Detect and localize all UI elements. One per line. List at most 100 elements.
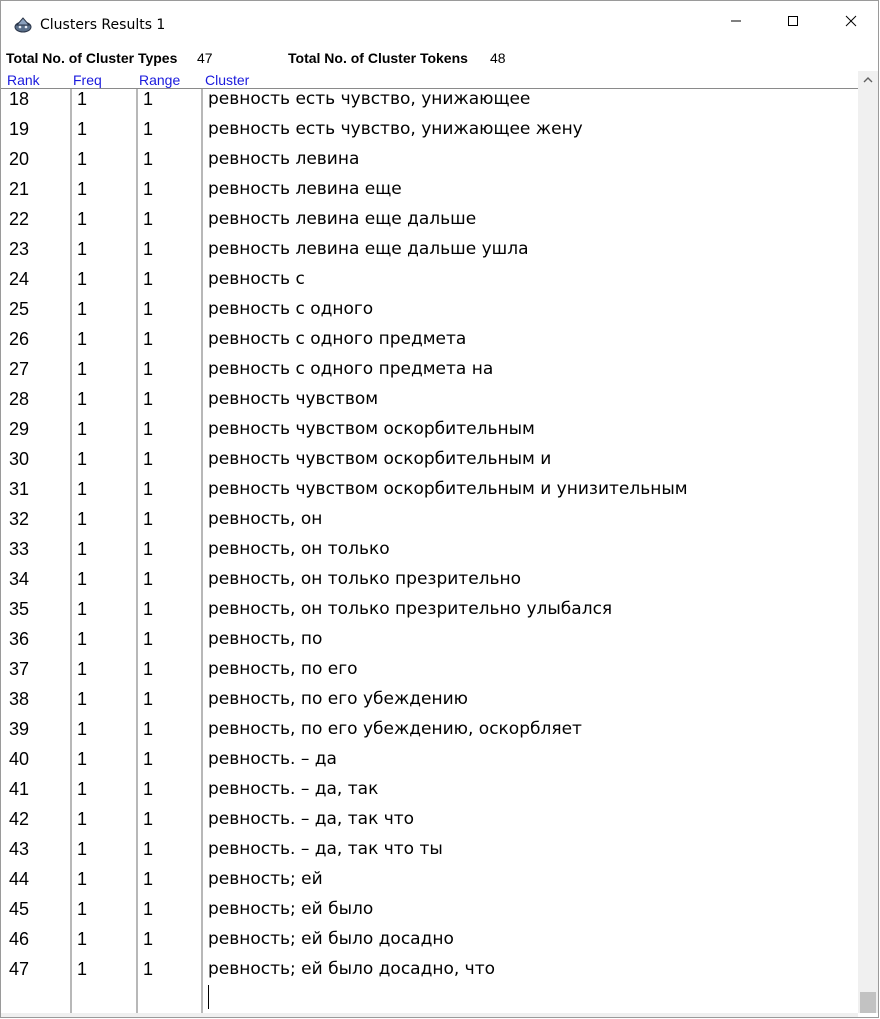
cluster-cell: ревность, он только презрительно улыбалс… — [208, 599, 613, 619]
rank-cell: 44 — [9, 869, 30, 889]
table-row[interactable]: 20 1 1 ревность левина — [1, 148, 858, 178]
scroll-up-button[interactable] — [858, 71, 878, 89]
table-row[interactable]: 19 1 1 ревность есть чувство, унижающее жен… — [1, 118, 858, 148]
freq-cell: 1 — [77, 899, 88, 919]
table-row[interactable]: 35 1 1 ревность, он только презрительно улы… — [1, 598, 858, 628]
table-row[interactable]: 28 1 1 ревность чувством — [1, 388, 858, 418]
table-row[interactable]: 25 1 1 ревность с одного — [1, 298, 858, 328]
table-row[interactable]: 26 1 1 ревность с одного предмета — [1, 328, 858, 358]
cluster-cell: ревность; ей — [208, 869, 323, 889]
results-grid[interactable]: 18 1 1 ревность есть чувство, унижающее 19 1 1… — [1, 89, 858, 1013]
table-row[interactable]: 21 1 1 ревность левина еще — [1, 178, 858, 208]
table-row[interactable]: 43 1 1 ревность. – да, так что ты — [1, 838, 858, 868]
rank-cell: 24 — [9, 269, 30, 289]
rank-cell: 20 — [9, 149, 30, 169]
table-row[interactable]: 24 1 1 ревность с — [1, 268, 858, 298]
table-row[interactable]: 44 1 1 ревность; ей — [1, 868, 858, 898]
freq-cell: 1 — [77, 779, 88, 799]
rank-cell: 46 — [9, 929, 30, 949]
minimize-button[interactable] — [707, 1, 765, 45]
table-row[interactable]: 33 1 1 ревность, он только — [1, 538, 858, 568]
range-cell: 1 — [143, 629, 154, 649]
table-row[interactable]: 40 1 1 ревность. – да — [1, 748, 858, 778]
close-button[interactable] — [822, 1, 878, 45]
cluster-cell: ревность чувством оскорбительным — [208, 419, 535, 439]
freq-cell: 1 — [77, 959, 88, 979]
cluster-cell: ревность; ей было досадно, что — [208, 959, 496, 979]
table-row[interactable]: 39 1 1 ревность, по его убеждению, оскорбля… — [1, 718, 858, 748]
total-tokens-value: 48 — [490, 50, 506, 66]
column-header-freq[interactable]: Freq — [73, 72, 102, 88]
freq-cell: 1 — [77, 869, 88, 889]
range-cell: 1 — [143, 869, 154, 889]
range-cell: 1 — [143, 779, 154, 799]
table-row[interactable]: 47 1 1 ревность; ей было досадно, что — [1, 958, 858, 988]
maximize-button[interactable] — [764, 1, 822, 45]
maximize-icon — [787, 14, 799, 32]
freq-cell: 1 — [77, 449, 88, 469]
table-row[interactable]: 29 1 1 ревность чувством оскорбительным — [1, 418, 858, 448]
table-row[interactable]: 46 1 1 ревность; ей было досадно — [1, 928, 858, 958]
scroll-thumb[interactable] — [860, 992, 876, 1013]
table-row[interactable]: 34 1 1 ревность, он только презрительно — [1, 568, 858, 598]
column-header-rank[interactable]: Rank — [7, 72, 40, 88]
freq-cell: 1 — [77, 539, 88, 559]
column-header-cluster[interactable]: Cluster — [205, 72, 249, 88]
rank-cell: 18 — [9, 89, 30, 109]
minimize-icon — [730, 14, 742, 32]
chevron-up-icon — [863, 71, 873, 89]
freq-cell: 1 — [77, 509, 88, 529]
freq-cell: 1 — [77, 809, 88, 829]
rank-cell: 43 — [9, 839, 30, 859]
cluster-cell: ревность левина — [208, 149, 360, 169]
rank-cell: 37 — [9, 659, 30, 679]
cluster-cell: ревность чувством оскорбительным и унизи… — [208, 479, 688, 499]
rank-cell: 21 — [9, 179, 30, 199]
freq-cell: 1 — [77, 209, 88, 229]
rank-cell: 38 — [9, 689, 30, 709]
rank-cell: 34 — [9, 569, 30, 589]
cluster-cell: ревность, по его — [208, 659, 358, 679]
rank-cell: 41 — [9, 779, 30, 799]
range-cell: 1 — [143, 539, 154, 559]
table-row[interactable]: 37 1 1 ревность, по его — [1, 658, 858, 688]
table-row[interactable]: 32 1 1 ревность, он — [1, 508, 858, 538]
table-row[interactable]: 18 1 1 ревность есть чувство, унижающее — [1, 89, 858, 118]
table-row[interactable]: 31 1 1 ревность чувством оскорбительным и у… — [1, 478, 858, 508]
horizontal-scroll-area — [1, 1013, 858, 1017]
vertical-scrollbar[interactable] — [858, 71, 878, 1013]
freq-cell: 1 — [77, 389, 88, 409]
cluster-cell: ревность. – да, так что ты — [208, 839, 443, 859]
range-cell: 1 — [143, 239, 154, 259]
cluster-cell: ревность есть чувство, унижающее жену — [208, 119, 583, 139]
range-cell: 1 — [143, 749, 154, 769]
title-bar[interactable]: Clusters Results 1 — [1, 1, 878, 45]
table-row[interactable]: 27 1 1 ревность с одного предмета на — [1, 358, 858, 388]
range-cell: 1 — [143, 179, 154, 199]
cluster-cell: ревность, по его убеждению, оскорбляет — [208, 719, 582, 739]
column-header-range[interactable]: Range — [139, 72, 180, 88]
table-row[interactable]: 42 1 1 ревность. – да, так что — [1, 808, 858, 838]
range-cell: 1 — [143, 89, 154, 109]
table-row[interactable]: 38 1 1 ревность, по его убеждению — [1, 688, 858, 718]
rank-cell: 39 — [9, 719, 30, 739]
cluster-cell: ревность; ей было — [208, 899, 374, 919]
rank-cell: 26 — [9, 329, 30, 349]
freq-cell: 1 — [77, 239, 88, 259]
table-row[interactable]: 36 1 1 ревность, по — [1, 628, 858, 658]
table-row[interactable]: 45 1 1 ревность; ей было — [1, 898, 858, 928]
cluster-cell: ревность, он — [208, 509, 323, 529]
table-row[interactable]: 22 1 1 ревность левина еще дальше — [1, 208, 858, 238]
range-cell: 1 — [143, 209, 154, 229]
table-row[interactable]: 41 1 1 ревность. – да, так — [1, 778, 858, 808]
freq-cell: 1 — [77, 479, 88, 499]
freq-cell: 1 — [77, 119, 88, 139]
rank-cell: 32 — [9, 509, 30, 529]
cluster-cell: ревность с одного — [208, 299, 374, 319]
rank-cell: 33 — [9, 539, 30, 559]
rank-cell: 36 — [9, 629, 30, 649]
table-row[interactable]: 30 1 1 ревность чувством оскорбительным и — [1, 448, 858, 478]
table-row[interactable]: 23 1 1 ревность левина еще дальше ушла — [1, 238, 858, 268]
cluster-cell: ревность с одного предмета — [208, 329, 467, 349]
cluster-stats-bar: Total No. of Cluster Types 47 Total No. … — [1, 46, 878, 70]
